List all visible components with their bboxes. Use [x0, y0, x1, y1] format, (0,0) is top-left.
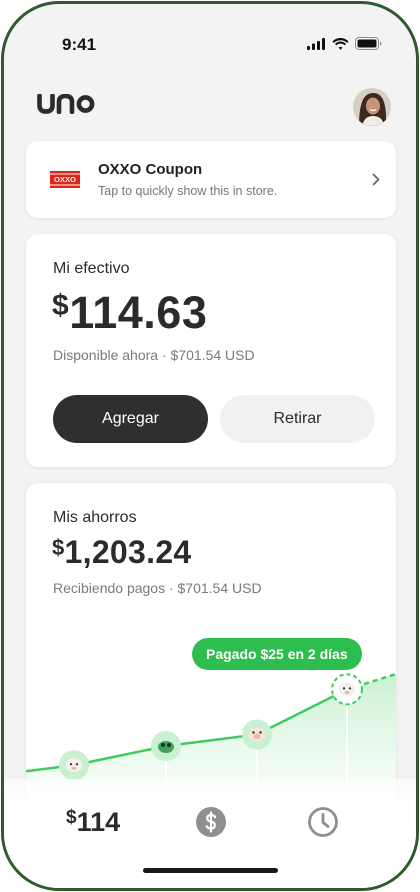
turtle-eye — [167, 743, 171, 747]
cash-title: Mi efectivo — [53, 260, 130, 277]
avatar[interactable] — [353, 88, 391, 126]
savings-amount: 1,203.24 — [64, 534, 192, 570]
turtle-eye — [161, 743, 165, 747]
coupon-title: OXXO Coupon — [98, 161, 203, 178]
nav-balance-amount: 114 — [76, 807, 121, 837]
cash-currency: $ — [52, 289, 70, 322]
cellular-signal-icon — [307, 37, 325, 50]
chevron-right-icon — [372, 173, 380, 186]
savings-title: Mis ahorros — [53, 509, 137, 526]
bottom-nav: $114 — [4, 779, 416, 888]
savings-subtitle: Recibiendo pagos · $701.54 USD — [53, 580, 262, 596]
withdraw-button[interactable]: Retirar — [220, 395, 375, 443]
oxxo-logo-text: OXXO — [54, 175, 76, 184]
profile-photo — [353, 88, 391, 126]
chart-point-turtle — [151, 731, 181, 761]
pig-eye — [252, 731, 255, 734]
cash-card: Mi efectivo $114.63 Disponible ahora · $… — [26, 234, 396, 467]
status-icons — [307, 37, 382, 50]
pig-eye — [259, 731, 262, 734]
status-bar: 9:41 — [4, 4, 416, 74]
dollar-icon[interactable] — [195, 806, 227, 838]
sheep-nose — [344, 690, 350, 694]
phone-frame: 9:41 OXXO OXXO Coupon Tap to quickly sho… — [1, 1, 419, 891]
status-time: 9:41 — [62, 35, 97, 54]
cash-amount: 114.63 — [69, 287, 208, 338]
uno-logo — [37, 93, 95, 115]
nav-balance-tab[interactable]: $114 — [66, 807, 120, 838]
sheep-eye — [69, 763, 73, 766]
chart-point-sheep — [59, 750, 89, 781]
home-indicator — [143, 868, 278, 873]
sheep-nose — [71, 766, 77, 770]
sheep-eye — [348, 687, 352, 690]
app-logo — [37, 93, 95, 119]
sheep-face — [65, 758, 83, 773]
wifi-icon — [332, 37, 349, 50]
savings-currency: $ — [52, 535, 65, 560]
payment-tooltip: Pagado $25 en 2 días — [192, 638, 362, 670]
turtle-shell — [158, 741, 174, 753]
chart-point-sheep — [331, 673, 363, 706]
add-money-button[interactable]: Agregar — [53, 395, 208, 443]
savings-balance: $1,203.24 — [52, 534, 192, 571]
cash-subtitle: Disponible ahora · $701.54 USD — [53, 347, 255, 363]
sheep-eye — [342, 687, 346, 690]
chart-point-pig — [242, 719, 272, 750]
pig-snout — [253, 733, 261, 739]
oxxo-coupon-card[interactable]: OXXO OXXO Coupon Tap to quickly show thi… — [26, 141, 396, 218]
savings-card: Mis ahorros $1,203.24 Recibiendo pagos ·… — [26, 483, 396, 813]
coupon-subtitle: Tap to quickly show this in store. — [98, 184, 278, 198]
battery-icon — [355, 37, 382, 50]
sheep-eye — [75, 763, 79, 766]
nav-balance-currency: $ — [66, 807, 77, 828]
clock-icon[interactable] — [307, 806, 339, 838]
oxxo-logo: OXXO — [50, 171, 80, 188]
sheep-face — [338, 682, 356, 697]
cash-balance: $114.63 — [52, 287, 207, 339]
